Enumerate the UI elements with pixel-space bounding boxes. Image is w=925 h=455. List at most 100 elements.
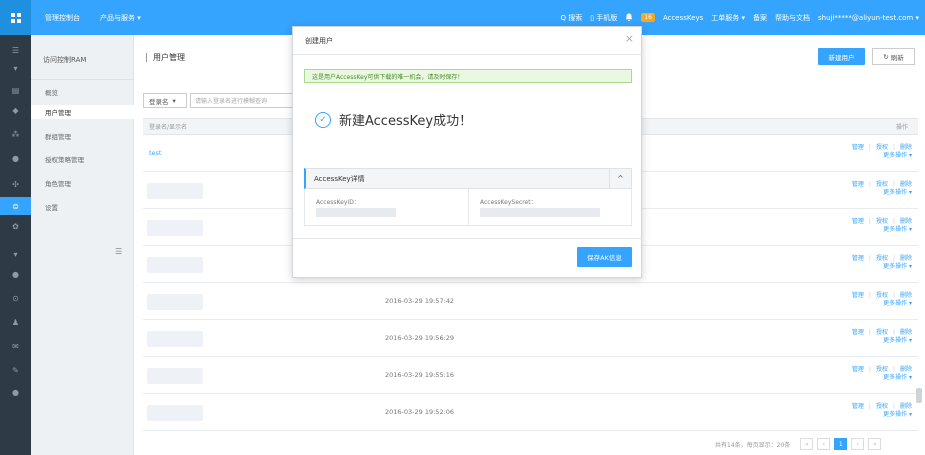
manage-link[interactable]: 管理: [852, 292, 864, 299]
more-ops-menu[interactable]: 更多操作 ▾: [883, 189, 912, 196]
page-first-button[interactable]: «: [800, 438, 814, 450]
more-ops-menu[interactable]: 更多操作 ▾: [883, 300, 912, 307]
more-ops-menu[interactable]: 更多操作 ▾: [883, 263, 912, 270]
mail-icon[interactable]: ✉: [0, 337, 31, 355]
refresh-icon: ↻: [883, 52, 889, 61]
ram-icon[interactable]: ⊜: [0, 197, 31, 215]
grant-link[interactable]: 授权: [876, 181, 888, 188]
more-ops-menu[interactable]: 更多操作 ▾: [883, 337, 912, 344]
sidebar-item-policies[interactable]: 授权策略管理: [45, 154, 84, 164]
delete-link[interactable]: 删除: [900, 255, 912, 262]
user-name-link[interactable]: test: [149, 149, 161, 157]
server-icon[interactable]: ▤: [0, 81, 31, 99]
manage-link[interactable]: 管理: [852, 144, 864, 151]
page-last-button[interactable]: »: [868, 438, 882, 450]
row-ops: 管理 | 授权 | 删除 更多操作 ▾: [851, 255, 912, 270]
gear-icon[interactable]: ✿: [0, 217, 31, 235]
menu-icon[interactable]: ☰: [0, 41, 31, 59]
more-ops-menu[interactable]: 更多操作 ▾: [883, 152, 912, 159]
sidebar-item-roles[interactable]: 角色管理: [45, 178, 71, 188]
bell-icon[interactable]: [625, 13, 633, 23]
user-icon[interactable]: ●: [0, 265, 31, 283]
grant-link[interactable]: 授权: [876, 403, 888, 410]
accesskey-detail-header[interactable]: AccessKey详情 ^: [304, 168, 632, 189]
delete-link[interactable]: 删除: [900, 144, 912, 151]
search-link[interactable]: Q 搜索: [560, 13, 582, 23]
notification-badge[interactable]: 16: [641, 13, 655, 22]
created-date: 2016-03-29 19:55:16: [385, 371, 455, 379]
cloud-icon[interactable]: ●: [0, 149, 31, 167]
dialog-header: 创建用户 ×: [293, 27, 643, 55]
nodes-icon[interactable]: ⁂: [0, 125, 31, 143]
grant-link[interactable]: 授权: [876, 255, 888, 262]
new-user-button[interactable]: 新建用户: [818, 48, 865, 65]
filter-select-value: 登录名: [149, 97, 169, 106]
page-prev-button[interactable]: ‹: [817, 438, 831, 450]
more-ops-menu[interactable]: 更多操作 ▾: [883, 226, 912, 233]
created-date: 2016-03-29 19:56:29: [385, 334, 455, 342]
more-ops-menu[interactable]: 更多操作 ▾: [883, 411, 912, 418]
search-input[interactable]: 请输入登录名进行模糊查询: [190, 93, 300, 108]
create-user-dialog: 创建用户 × 这是用户AccessKey可供下载的唯一机会，请及时保存！ ✓ 新…: [292, 26, 643, 278]
delete-link[interactable]: 删除: [900, 366, 912, 373]
account-menu[interactable]: shuji*****@aliyun-test.com ▾: [818, 14, 919, 22]
manage-link[interactable]: 管理: [852, 218, 864, 225]
redacted-name: [147, 294, 203, 310]
table-row: 2016-03-29 19:57:42 管理 | 授权 | 删除 更多操作 ▾: [143, 283, 918, 320]
badge-icon[interactable]: ●: [0, 383, 31, 401]
grant-link[interactable]: 授权: [876, 144, 888, 151]
delete-link[interactable]: 删除: [900, 329, 912, 336]
accesskey-detail-title: AccessKey详情: [314, 174, 365, 183]
manage-link[interactable]: 管理: [852, 403, 864, 410]
redacted-name: [147, 183, 203, 199]
page-1-button[interactable]: 1: [834, 438, 848, 450]
refresh-button[interactable]: ↻ 刷新: [872, 48, 915, 65]
page-next-button[interactable]: ›: [851, 438, 865, 450]
close-icon[interactable]: ×: [625, 33, 634, 44]
sidebar-item-users[interactable]: 用户管理: [31, 105, 134, 119]
manage-link[interactable]: 管理: [852, 255, 864, 262]
collapse-handle-icon[interactable]: ☰: [115, 247, 122, 256]
caret-down-icon-2[interactable]: ▾: [0, 245, 31, 263]
tickets-menu[interactable]: 工单服务 ▾: [711, 13, 745, 23]
more-ops-menu[interactable]: 更多操作 ▾: [883, 374, 912, 381]
manage-link[interactable]: 管理: [852, 181, 864, 188]
network-icon[interactable]: ✣: [0, 175, 31, 193]
pen-icon[interactable]: ✎: [0, 361, 31, 379]
sidebar-item-overview[interactable]: 概览: [45, 87, 58, 97]
save-ak-button[interactable]: 保存AK信息: [577, 247, 632, 267]
filter-select[interactable]: 登录名 ▾: [143, 93, 187, 108]
manage-link[interactable]: 管理: [852, 366, 864, 373]
shield-icon[interactable]: ◆: [0, 101, 31, 119]
chevron-up-icon[interactable]: ^: [609, 169, 631, 188]
delete-link[interactable]: 删除: [900, 403, 912, 410]
manage-link[interactable]: 管理: [852, 329, 864, 336]
dialog-title: 创建用户: [305, 37, 333, 45]
check-circle-icon: ✓: [315, 111, 331, 128]
grant-link[interactable]: 授权: [876, 366, 888, 373]
scrollbar-handle[interactable]: [916, 388, 922, 403]
accesskeys-link[interactable]: AccessKeys: [663, 14, 703, 22]
mobile-link[interactable]: ▯ 手机版: [590, 13, 617, 23]
delete-link[interactable]: 删除: [900, 181, 912, 188]
redacted-name: [147, 368, 203, 384]
console-link[interactable]: 管理控制台: [45, 13, 80, 23]
delete-link[interactable]: 删除: [900, 218, 912, 225]
record-link[interactable]: 备案: [753, 13, 767, 23]
delete-link[interactable]: 删除: [900, 292, 912, 299]
sidebar-item-groups[interactable]: 群组管理: [45, 131, 71, 141]
users-icon[interactable]: ♟: [0, 313, 31, 331]
dialog-footer-divider: [293, 238, 643, 239]
accesskey-id-cell: AccessKeyID：: [305, 189, 469, 225]
sidebar-item-settings[interactable]: 设置: [45, 202, 58, 212]
yen-icon[interactable]: ⊙: [0, 289, 31, 307]
products-menu[interactable]: 产品与服务 ▾: [100, 13, 141, 23]
grant-link[interactable]: 授权: [876, 218, 888, 225]
help-link[interactable]: 帮助与文档: [775, 13, 810, 23]
home-icon[interactable]: [0, 0, 31, 35]
col-header-ops: 操作: [895, 124, 908, 131]
grant-link[interactable]: 授权: [876, 292, 888, 299]
grant-link[interactable]: 授权: [876, 329, 888, 336]
caret-down-icon[interactable]: ▾: [0, 59, 31, 77]
created-date: 2016-03-29 19:57:42: [385, 297, 455, 305]
